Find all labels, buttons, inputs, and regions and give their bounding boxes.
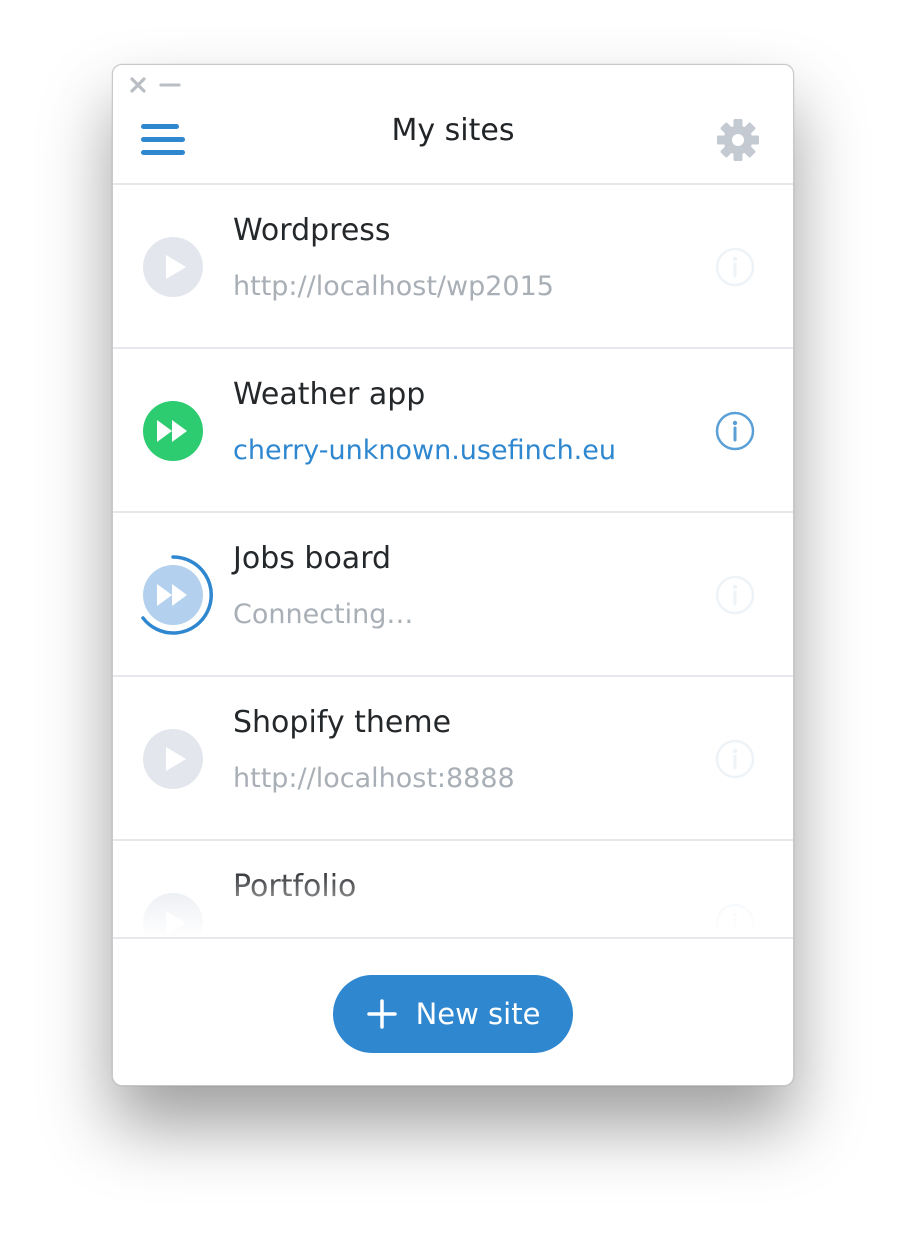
play-icon[interactable] (139, 725, 207, 793)
info-icon[interactable] (713, 409, 757, 453)
site-url: Connecting… (233, 599, 414, 630)
footer: New site (113, 937, 793, 1085)
sites-list: Wordpress http://localhost/wp2015 Weathe… (113, 185, 793, 937)
site-name: Weather app (233, 377, 426, 412)
site-row[interactable]: Weather app cherry-unknown.usefinch.eu (113, 349, 793, 513)
header: My sites (113, 65, 793, 185)
site-row[interactable]: Shopify theme http://localhost:8888 (113, 677, 793, 841)
connecting-spinner-icon (139, 555, 213, 635)
site-name: Wordpress (233, 213, 391, 248)
site-row[interactable]: Jobs board Connecting… (113, 513, 793, 677)
info-icon[interactable] (713, 573, 757, 617)
site-row[interactable]: Portfolio (113, 841, 793, 937)
app-window: My sites Wordpress http://localhost/wp20… (112, 64, 794, 1086)
new-site-label: New site (415, 997, 541, 1031)
info-icon[interactable] (713, 737, 757, 781)
info-icon[interactable] (713, 245, 757, 289)
site-row[interactable]: Wordpress http://localhost/wp2015 (113, 185, 793, 349)
play-icon[interactable] (139, 889, 207, 937)
site-url[interactable]: cherry-unknown.usefinch.eu (233, 435, 616, 466)
site-name: Portfolio (233, 869, 357, 904)
gear-icon[interactable] (713, 115, 763, 165)
site-name: Jobs board (233, 541, 392, 576)
plus-icon (366, 998, 398, 1030)
page-title: My sites (391, 113, 515, 148)
play-icon[interactable] (139, 233, 207, 301)
site-url: http://localhost/wp2015 (233, 271, 554, 302)
site-url: http://localhost:8888 (233, 763, 515, 794)
new-site-button[interactable]: New site (333, 975, 573, 1053)
fast-forward-icon[interactable] (139, 397, 207, 465)
site-name: Shopify theme (233, 705, 452, 740)
info-icon[interactable] (713, 901, 757, 937)
